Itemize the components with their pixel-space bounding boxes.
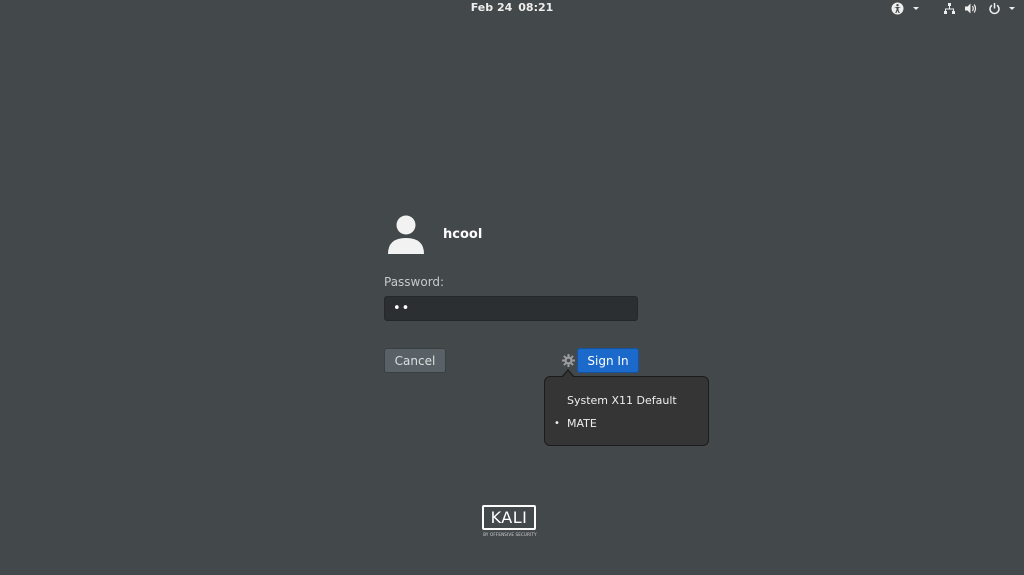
password-field[interactable]: •• [384,296,638,321]
cancel-button[interactable]: Cancel [384,348,446,373]
username: hcool [443,226,483,242]
login-card: hcool Password: •• Cancel Sign In [384,212,640,373]
clock-date: Feb 24 [470,1,513,14]
network-icon [944,2,955,14]
clock[interactable]: Feb 24 08:21 [0,1,1024,14]
popup-arrow-inner [562,371,574,378]
kali-logo: KALI BY OFFENSIVE SECURITY [482,505,540,539]
kali-logo-tagline: BY OFFENSIVE SECURITY [483,532,537,537]
session-item-label: System X11 Default [567,393,677,407]
password-label: Password: [384,275,445,289]
chevron-down-icon [1009,7,1015,10]
accessibility-menu[interactable] [891,0,921,16]
volume-icon [965,3,977,13]
top-bar: Feb 24 08:21 [0,0,1024,16]
session-item-system-x11-default[interactable]: System X11 Default [545,390,708,410]
session-item-mate[interactable]: • MATE [545,413,708,433]
gear-icon[interactable] [562,354,575,367]
session-item-label: MATE [567,416,597,430]
sign-in-button[interactable]: Sign In [577,348,639,373]
system-menu[interactable] [943,0,1017,16]
power-icon [989,2,1000,14]
chevron-down-icon [913,7,919,10]
user-avatar-icon [388,215,424,254]
accessibility-icon [891,2,904,14]
session-menu: System X11 Default • MATE [544,376,709,446]
selected-bullet-icon: • [554,417,560,429]
kali-logo-brand: KALI [482,505,536,530]
user-row: hcool [384,212,640,256]
clock-time: 08:21 [518,1,554,14]
